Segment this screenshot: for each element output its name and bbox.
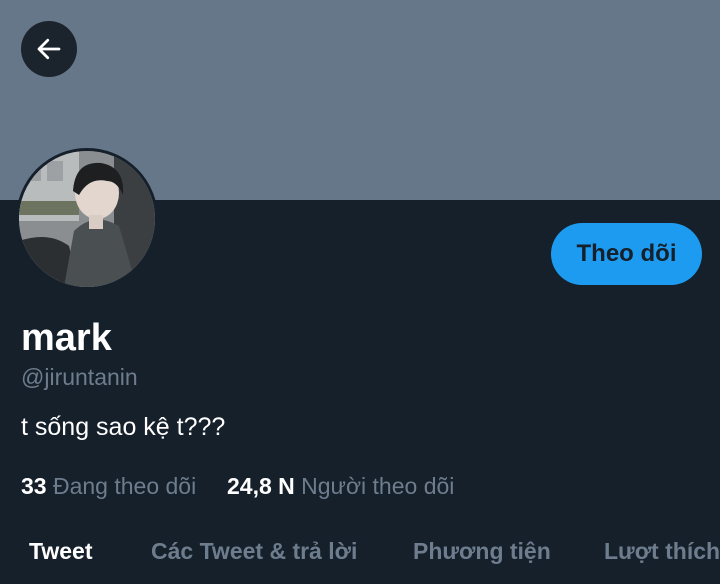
followers-count: 24,8 N xyxy=(227,473,295,499)
profile-photo xyxy=(19,151,155,287)
tab-media[interactable]: Phương tiện xyxy=(413,536,551,566)
followers-label: Người theo dõi xyxy=(301,473,455,499)
back-button[interactable] xyxy=(21,21,77,77)
tab-likes[interactable]: Lượt thích xyxy=(604,536,720,566)
following-link[interactable]: 33 Đang theo dõi xyxy=(21,473,203,499)
profile-screen: Theo dõi mark @jiruntanin t sống sao kệ … xyxy=(0,0,720,584)
display-name: mark xyxy=(21,317,112,359)
follow-button[interactable]: Theo dõi xyxy=(551,223,702,285)
tab-tweets[interactable]: Tweet xyxy=(29,536,92,566)
following-count: 33 xyxy=(21,473,47,499)
tab-tweets-and-replies[interactable]: Các Tweet & trả lời xyxy=(151,536,357,566)
profile-tabs: Tweet Các Tweet & trả lời Phương tiện Lư… xyxy=(0,528,720,574)
profile-bio: t sống sao kệ t??? xyxy=(21,413,226,441)
username-handle: @jiruntanin xyxy=(21,364,138,390)
following-label: Đang theo dõi xyxy=(52,473,197,499)
avatar[interactable] xyxy=(16,148,158,290)
arrow-left-icon xyxy=(37,38,61,60)
profile-stats: 33 Đang theo dõi 24,8 N Người theo dõi xyxy=(21,470,454,502)
followers-link[interactable]: 24,8 N Người theo dõi xyxy=(227,473,454,499)
